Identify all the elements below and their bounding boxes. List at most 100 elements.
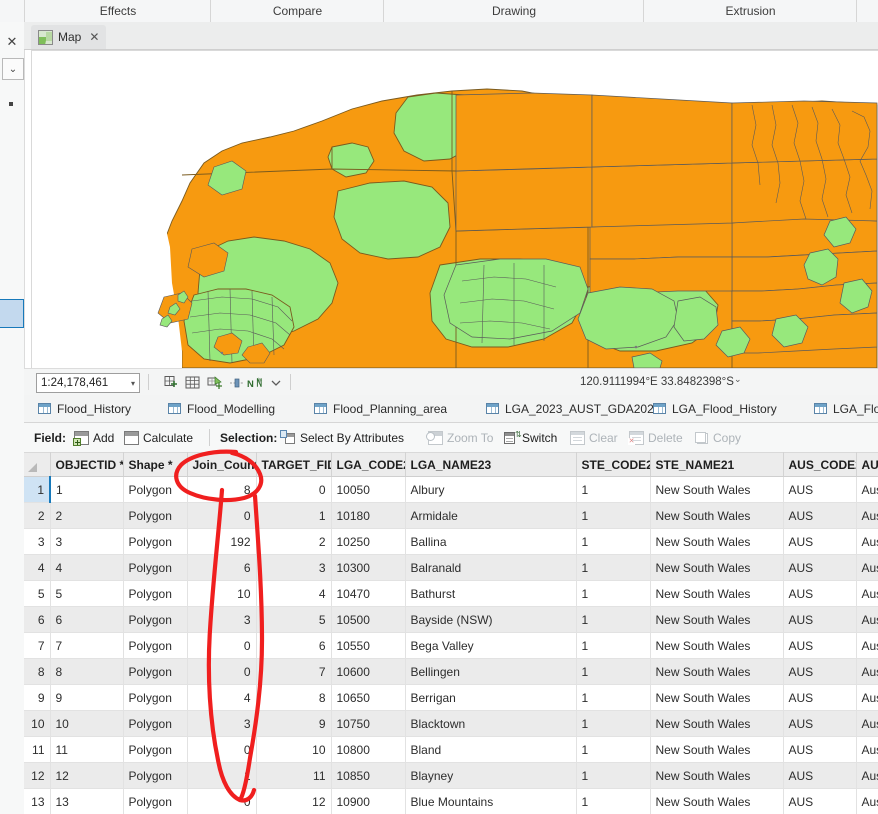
ribbon-group-extrusion[interactable]: Extrusion [643,0,857,22]
coordinate-units-chevron-down-icon[interactable]: ⌄ [734,374,742,385]
column-header-aus-code21[interactable]: AUS_CODE21 [783,452,857,477]
cell-lga-code23[interactable]: 10500 [331,606,406,633]
cell-aus-name21[interactable]: Australia [856,606,878,633]
cell-lga-code23[interactable]: 10250 [331,528,406,555]
row-number[interactable]: 9 [24,684,51,711]
cell-lga-code23[interactable]: 10180 [331,502,406,529]
cell-ste-name21[interactable]: New South Wales [650,632,784,659]
table-tab-lga-flood-history[interactable]: LGA_Flood_History [653,395,777,422]
cell-lga-name23[interactable]: Bathurst [405,580,577,607]
cell-ste-name21[interactable]: New South Wales [650,476,784,503]
table-row[interactable]: 9 9 Polygon 4 8 10650 Berrigan 1 New South Wales… [24,684,878,711]
basemap-grid-icon[interactable] [184,374,201,391]
table-tab-flood-history[interactable]: Flood_History [38,395,131,422]
row-number[interactable]: 7 [24,632,51,659]
cell-ste-name21[interactable]: New South Wales [650,684,784,711]
cell-lga-name23[interactable]: Blue Mountains [405,788,577,814]
row-number[interactable]: 8 [24,658,51,685]
cell-target-fid[interactable]: 4 [256,580,332,607]
cell-objectid[interactable]: 9 [50,684,124,711]
cell-ste-name21[interactable]: New South Wales [650,710,784,737]
cell-ste-code21[interactable]: 1 [576,606,651,633]
cell-aus-code21[interactable]: AUS [783,580,857,607]
table-row[interactable]: 6 6 Polygon 3 5 10500 Bayside (NSW) 1 New South … [24,606,878,633]
cell-target-fid[interactable]: 3 [256,554,332,581]
cell-join-count[interactable]: 3 [187,606,257,633]
cell-shape[interactable]: Polygon [123,606,188,633]
cell-aus-name21[interactable]: Australia [856,554,878,581]
column-header-objectid[interactable]: OBJECTID * [50,452,124,477]
cell-target-fid[interactable]: 7 [256,658,332,685]
cell-join-count[interactable]: 0 [187,788,257,814]
row-number[interactable]: 13 [24,788,51,814]
cell-join-count[interactable]: 10 [187,580,257,607]
cell-aus-code21[interactable]: AUS [783,658,857,685]
cell-objectid[interactable]: 13 [50,788,124,814]
cell-lga-code23[interactable]: 10850 [331,762,406,789]
cell-target-fid[interactable]: 5 [256,606,332,633]
table-row[interactable]: 11 11 Polygon 0 10 10800 Bland 1 New South Wales… [24,736,878,763]
cell-lga-name23[interactable]: Bayside (NSW) [405,606,577,633]
table-tab-flood-modelling[interactable]: Flood_Modelling [168,395,275,422]
cell-ste-name21[interactable]: New South Wales [650,528,784,555]
cell-objectid[interactable]: 12 [50,762,124,789]
cell-ste-code21[interactable]: 1 [576,658,651,685]
cell-shape[interactable]: Polygon [123,658,188,685]
ribbon-group-overflow[interactable] [856,0,878,22]
cell-aus-code21[interactable]: AUS [783,554,857,581]
cell-aus-code21[interactable]: AUS [783,710,857,737]
row-number[interactable]: 1 [24,476,51,503]
cell-objectid[interactable]: 4 [50,554,124,581]
select-by-attributes-button[interactable]: Select By Attributes [280,423,404,452]
table-row[interactable]: 12 12 Polygon 1 11 10850 Blayney 1 New South Wal… [24,762,878,789]
north-arrow-icon[interactable]: N [247,374,264,391]
cell-shape[interactable]: Polygon [123,554,188,581]
measure-icon[interactable] [228,374,245,391]
cell-lga-name23[interactable]: Balranald [405,554,577,581]
calculate-field-button[interactable]: Calculate [124,423,193,452]
cell-ste-name21[interactable]: New South Wales [650,606,784,633]
cell-lga-code23[interactable]: 10470 [331,580,406,607]
cell-target-fid[interactable]: 6 [256,632,332,659]
cell-lga-code23[interactable]: 10300 [331,554,406,581]
rail-selected-panel[interactable] [0,299,24,328]
cell-shape[interactable]: Polygon [123,528,188,555]
cell-ste-name21[interactable]: New South Wales [650,554,784,581]
cell-aus-code21[interactable]: AUS [783,606,857,633]
add-field-button[interactable]: Add [73,423,114,452]
table-row[interactable]: 1 1 Polygon 8 0 10050 Albury 1 New South Wales AU… [24,476,878,503]
tab-map[interactable]: Map ✕ [31,25,107,49]
cell-lga-code23[interactable]: 10550 [331,632,406,659]
cell-join-count[interactable]: 0 [187,632,257,659]
cell-lga-name23[interactable]: Armidale [405,502,577,529]
tab-map-close-icon[interactable]: ✕ [89,30,99,44]
column-header-shape[interactable]: Shape * [123,452,188,477]
cell-lga-code23[interactable]: 10800 [331,736,406,763]
table-row[interactable]: 5 5 Polygon 10 4 10470 Bathurst 1 New South Wale… [24,580,878,607]
cell-ste-code21[interactable]: 1 [576,554,651,581]
cell-lga-name23[interactable]: Bellingen [405,658,577,685]
cell-objectid[interactable]: 1 [49,476,124,503]
cell-objectid[interactable]: 8 [50,658,124,685]
ribbon-group-drawing[interactable]: Drawing [383,0,644,22]
ribbon-group-compare[interactable]: Compare [210,0,384,22]
cell-aus-code21[interactable]: AUS [783,632,857,659]
cell-aus-code21[interactable]: AUS [783,684,857,711]
cell-join-count[interactable]: 4 [187,684,257,711]
row-number[interactable]: 6 [24,606,51,633]
cell-target-fid[interactable]: 1 [256,502,332,529]
cell-ste-code21[interactable]: 1 [576,762,651,789]
cell-ste-code21[interactable]: 1 [576,632,651,659]
cell-lga-name23[interactable]: Bland [405,736,577,763]
table-row[interactable]: 4 4 Polygon 6 3 10300 Balranald 1 New South Wale… [24,554,878,581]
table-row[interactable]: 10 10 Polygon 3 9 10750 Blacktown 1 New South Wa… [24,710,878,737]
row-number[interactable]: 11 [24,736,51,763]
cell-target-fid[interactable]: 9 [256,710,332,737]
cell-shape[interactable]: Polygon [123,762,188,789]
cell-target-fid[interactable]: 11 [256,762,332,789]
cell-objectid[interactable]: 11 [50,736,124,763]
cell-ste-code21[interactable]: 1 [576,502,651,529]
column-header-ste-name21[interactable]: STE_NAME21 [650,452,784,477]
cell-shape[interactable]: Polygon [123,502,188,529]
cell-ste-code21[interactable]: 1 [576,710,651,737]
